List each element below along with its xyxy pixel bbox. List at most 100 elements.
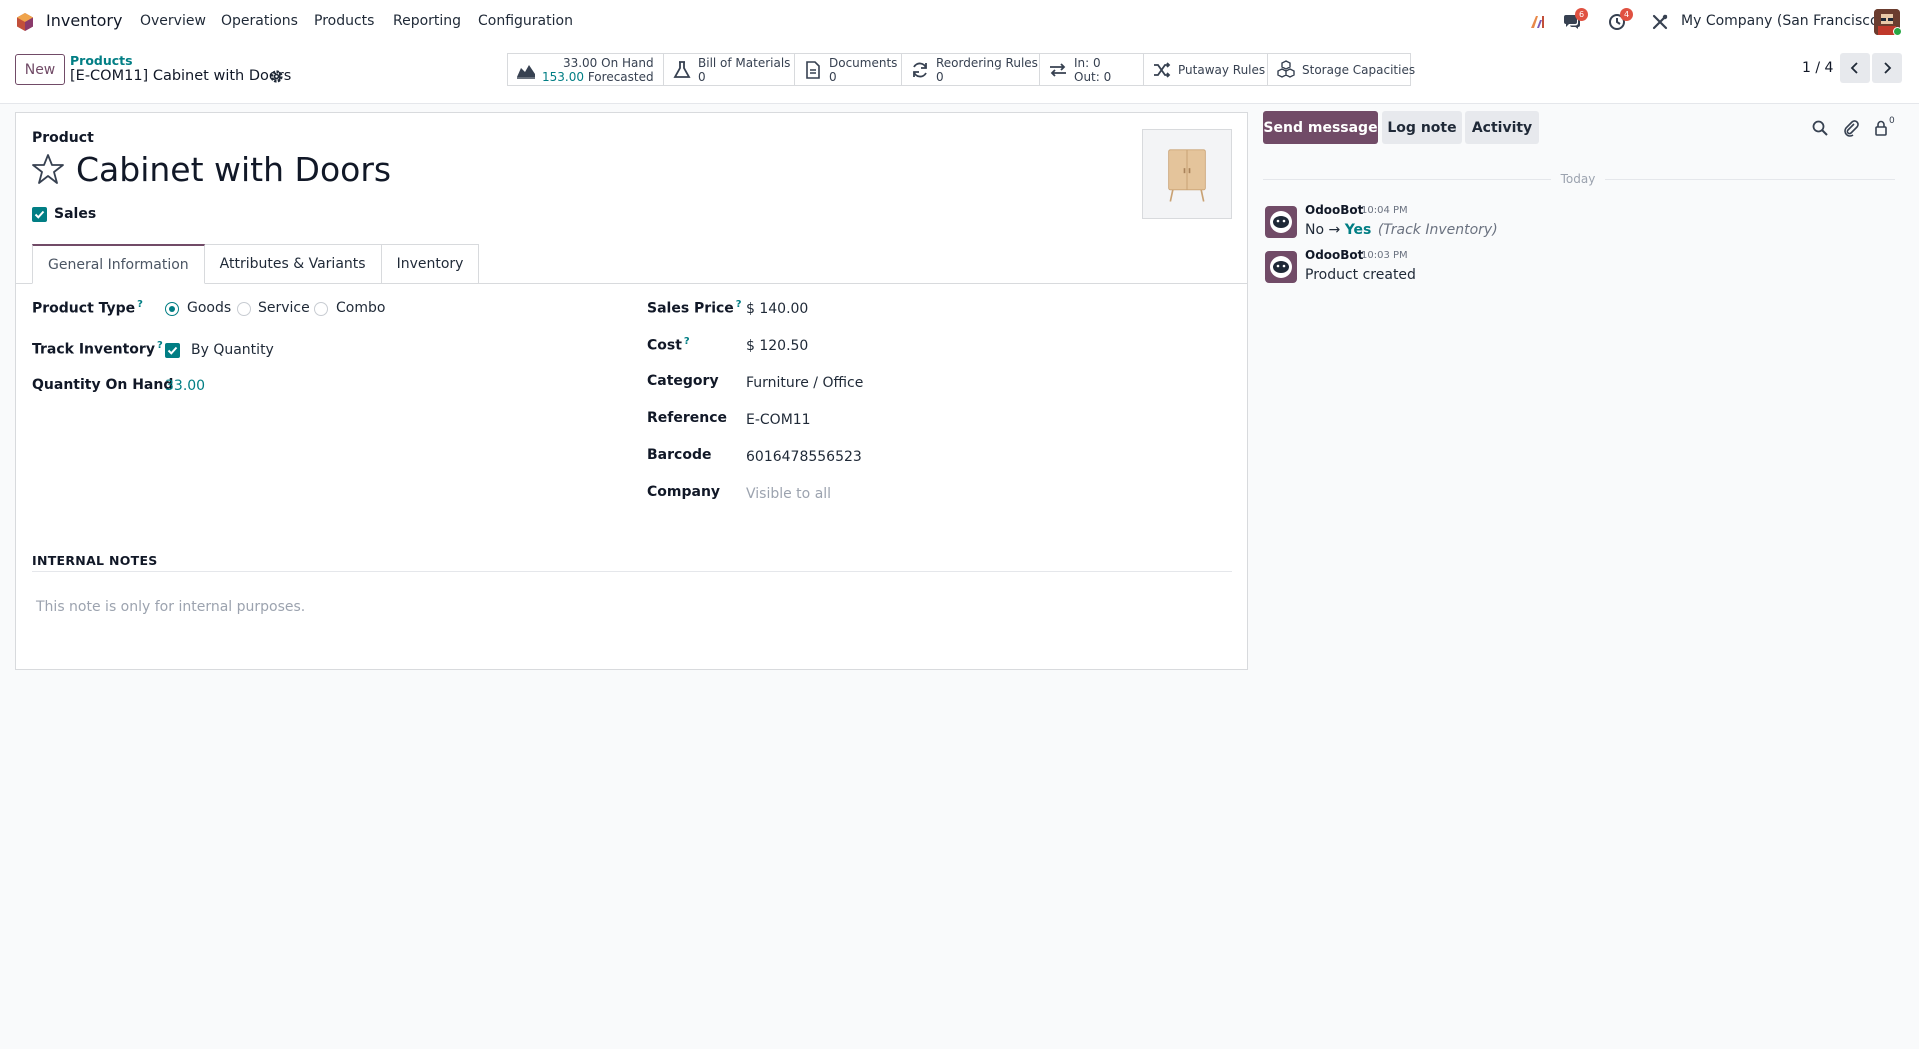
help-tooltip-icon[interactable]: ? bbox=[684, 336, 690, 347]
documents-smart-button[interactable]: Documents 0 bbox=[795, 54, 902, 85]
tracking-value-change: No → Yes (Track Inventory) bbox=[1305, 222, 1498, 238]
reordering-count: 0 bbox=[936, 69, 944, 84]
bill-of-materials-smart-button[interactable]: Bill of Materials 0 bbox=[664, 54, 795, 85]
tab-attributes-variants[interactable]: Attributes & Variants bbox=[204, 244, 382, 284]
help-tooltip-icon[interactable]: ? bbox=[157, 340, 163, 351]
help-tooltip-icon[interactable]: ? bbox=[736, 299, 742, 310]
sales-price-field[interactable]: $ 140.00 bbox=[746, 301, 808, 317]
track-inventory-label-text: Track Inventory bbox=[32, 341, 155, 358]
pager-next-button[interactable] bbox=[1872, 53, 1902, 83]
in-out-smart-button[interactable]: In: 0 Out: 0 bbox=[1040, 54, 1144, 85]
odoobot-avatar[interactable] bbox=[1265, 251, 1297, 283]
category-label: Category bbox=[647, 373, 719, 389]
barcode-field[interactable]: 6016478556523 bbox=[746, 449, 862, 465]
document-icon bbox=[806, 60, 820, 79]
company-field[interactable]: Visible to all bbox=[746, 486, 831, 502]
date-separator-line bbox=[1263, 179, 1551, 180]
reference-label: Reference bbox=[647, 410, 728, 426]
flask-icon bbox=[673, 60, 691, 78]
message-author[interactable]: OdooBot bbox=[1305, 203, 1363, 217]
message-author[interactable]: OdooBot bbox=[1305, 248, 1363, 262]
product-image[interactable] bbox=[1142, 129, 1232, 219]
sales-checkbox[interactable] bbox=[32, 207, 47, 222]
menu-overview[interactable]: Overview bbox=[140, 13, 206, 29]
menu-operations[interactable]: Operations bbox=[221, 13, 298, 29]
documents-count: 0 bbox=[829, 69, 837, 84]
chevron-left-icon bbox=[1850, 62, 1858, 74]
product-type-label-text: Product Type bbox=[32, 300, 136, 317]
tab-inventory[interactable]: Inventory bbox=[381, 244, 480, 284]
storage-capacities-smart-button[interactable]: Storage Capacities bbox=[1268, 54, 1415, 85]
message-body: Product created bbox=[1305, 267, 1416, 283]
activity-button[interactable]: Activity bbox=[1465, 111, 1539, 144]
log-note-button[interactable]: Log note bbox=[1382, 111, 1462, 144]
out-count: Out: 0 bbox=[1074, 69, 1112, 84]
product-form-sheet: Product Cabinet with Doors Sales General… bbox=[15, 112, 1248, 670]
ai-assistant-icon[interactable] bbox=[1528, 12, 1548, 32]
favorite-star-icon[interactable] bbox=[32, 153, 64, 185]
radio-service-label[interactable]: Service bbox=[258, 300, 310, 316]
on-hand-smart-button[interactable]: 33.00 On Hand 153.00 Forecasted bbox=[508, 54, 664, 85]
activities-badge: 4 bbox=[1620, 8, 1633, 21]
help-tooltip-icon[interactable]: ? bbox=[137, 299, 143, 310]
tab-general-information[interactable]: General Information bbox=[32, 244, 205, 284]
send-message-button[interactable]: Send message bbox=[1263, 111, 1378, 144]
barcode-label: Barcode bbox=[647, 447, 712, 463]
app-name[interactable]: Inventory bbox=[46, 11, 122, 30]
bom-label: Bill of Materials bbox=[698, 55, 791, 70]
radio-goods[interactable] bbox=[165, 302, 179, 316]
product-section-label: Product bbox=[32, 130, 94, 146]
messages-icon[interactable]: 6 bbox=[1562, 8, 1588, 32]
breadcrumb-products-link[interactable]: Products bbox=[70, 53, 133, 68]
tracking-old-value: No bbox=[1305, 222, 1325, 238]
putaway-rules-smart-button[interactable]: Putaway Rules bbox=[1144, 54, 1268, 85]
new-button[interactable]: New bbox=[15, 54, 65, 85]
on-hand-value: 33.00 bbox=[562, 55, 598, 70]
menu-reporting[interactable]: Reporting bbox=[393, 13, 461, 29]
sales-label[interactable]: Sales bbox=[54, 206, 96, 222]
odoobot-icon bbox=[1270, 256, 1292, 278]
menu-configuration[interactable]: Configuration bbox=[478, 13, 573, 29]
on-hand-label: On Hand bbox=[601, 55, 654, 70]
inventory-app-icon[interactable] bbox=[16, 13, 34, 31]
track-inventory-checkbox[interactable] bbox=[165, 343, 180, 358]
refresh-icon bbox=[913, 62, 927, 77]
messages-badge: 6 bbox=[1575, 8, 1588, 21]
checkmark-icon bbox=[167, 346, 178, 355]
date-separator: Today bbox=[1263, 170, 1895, 190]
radio-combo-label[interactable]: Combo bbox=[336, 300, 385, 316]
tools-icon[interactable] bbox=[1650, 12, 1670, 32]
radio-service[interactable] bbox=[237, 302, 251, 316]
area-chart-icon bbox=[517, 64, 535, 79]
cost-field[interactable]: $ 120.50 bbox=[746, 338, 808, 354]
documents-label: Documents bbox=[829, 55, 898, 70]
pager-value[interactable]: 1 / 4 bbox=[1802, 60, 1833, 76]
gear-icon[interactable] bbox=[269, 69, 284, 84]
product-name[interactable]: Cabinet with Doors bbox=[76, 150, 391, 189]
paperclip-icon[interactable] bbox=[1842, 119, 1860, 137]
odoobot-avatar[interactable] bbox=[1265, 206, 1297, 238]
reference-field[interactable]: E-COM11 bbox=[746, 412, 811, 428]
pager-previous-button[interactable] bbox=[1840, 53, 1870, 83]
breadcrumb-current: [E-COM11] Cabinet with Doors bbox=[70, 68, 292, 84]
radio-combo[interactable] bbox=[314, 302, 328, 316]
chevron-right-icon bbox=[1884, 62, 1892, 74]
internal-notes-header: INTERNAL NOTES bbox=[32, 553, 158, 568]
online-status-dot bbox=[1893, 27, 1902, 36]
product-type-label: Product Type? bbox=[32, 299, 143, 317]
date-separator-line bbox=[1605, 179, 1895, 180]
reordering-label: Reordering Rules bbox=[936, 55, 1038, 70]
reordering-rules-smart-button[interactable]: Reordering Rules 0 bbox=[902, 54, 1040, 85]
cost-label: Cost? bbox=[647, 336, 690, 354]
activities-clock-icon[interactable]: 4 bbox=[1607, 8, 1633, 32]
search-icon[interactable] bbox=[1811, 119, 1829, 137]
track-by-quantity[interactable]: By Quantity bbox=[191, 342, 274, 358]
internal-notes-input[interactable]: This note is only for internal purposes. bbox=[36, 599, 305, 615]
category-field[interactable]: Furniture / Office bbox=[746, 375, 863, 391]
cabinet-image-icon bbox=[1168, 149, 1206, 202]
company-switcher[interactable]: My Company (San Francisco) bbox=[1681, 13, 1884, 29]
radio-goods-label[interactable]: Goods bbox=[187, 300, 231, 316]
quantity-on-hand-value[interactable]: 33.00 bbox=[165, 378, 205, 394]
tracking-new-value: Yes bbox=[1344, 222, 1372, 238]
menu-products[interactable]: Products bbox=[314, 13, 374, 29]
